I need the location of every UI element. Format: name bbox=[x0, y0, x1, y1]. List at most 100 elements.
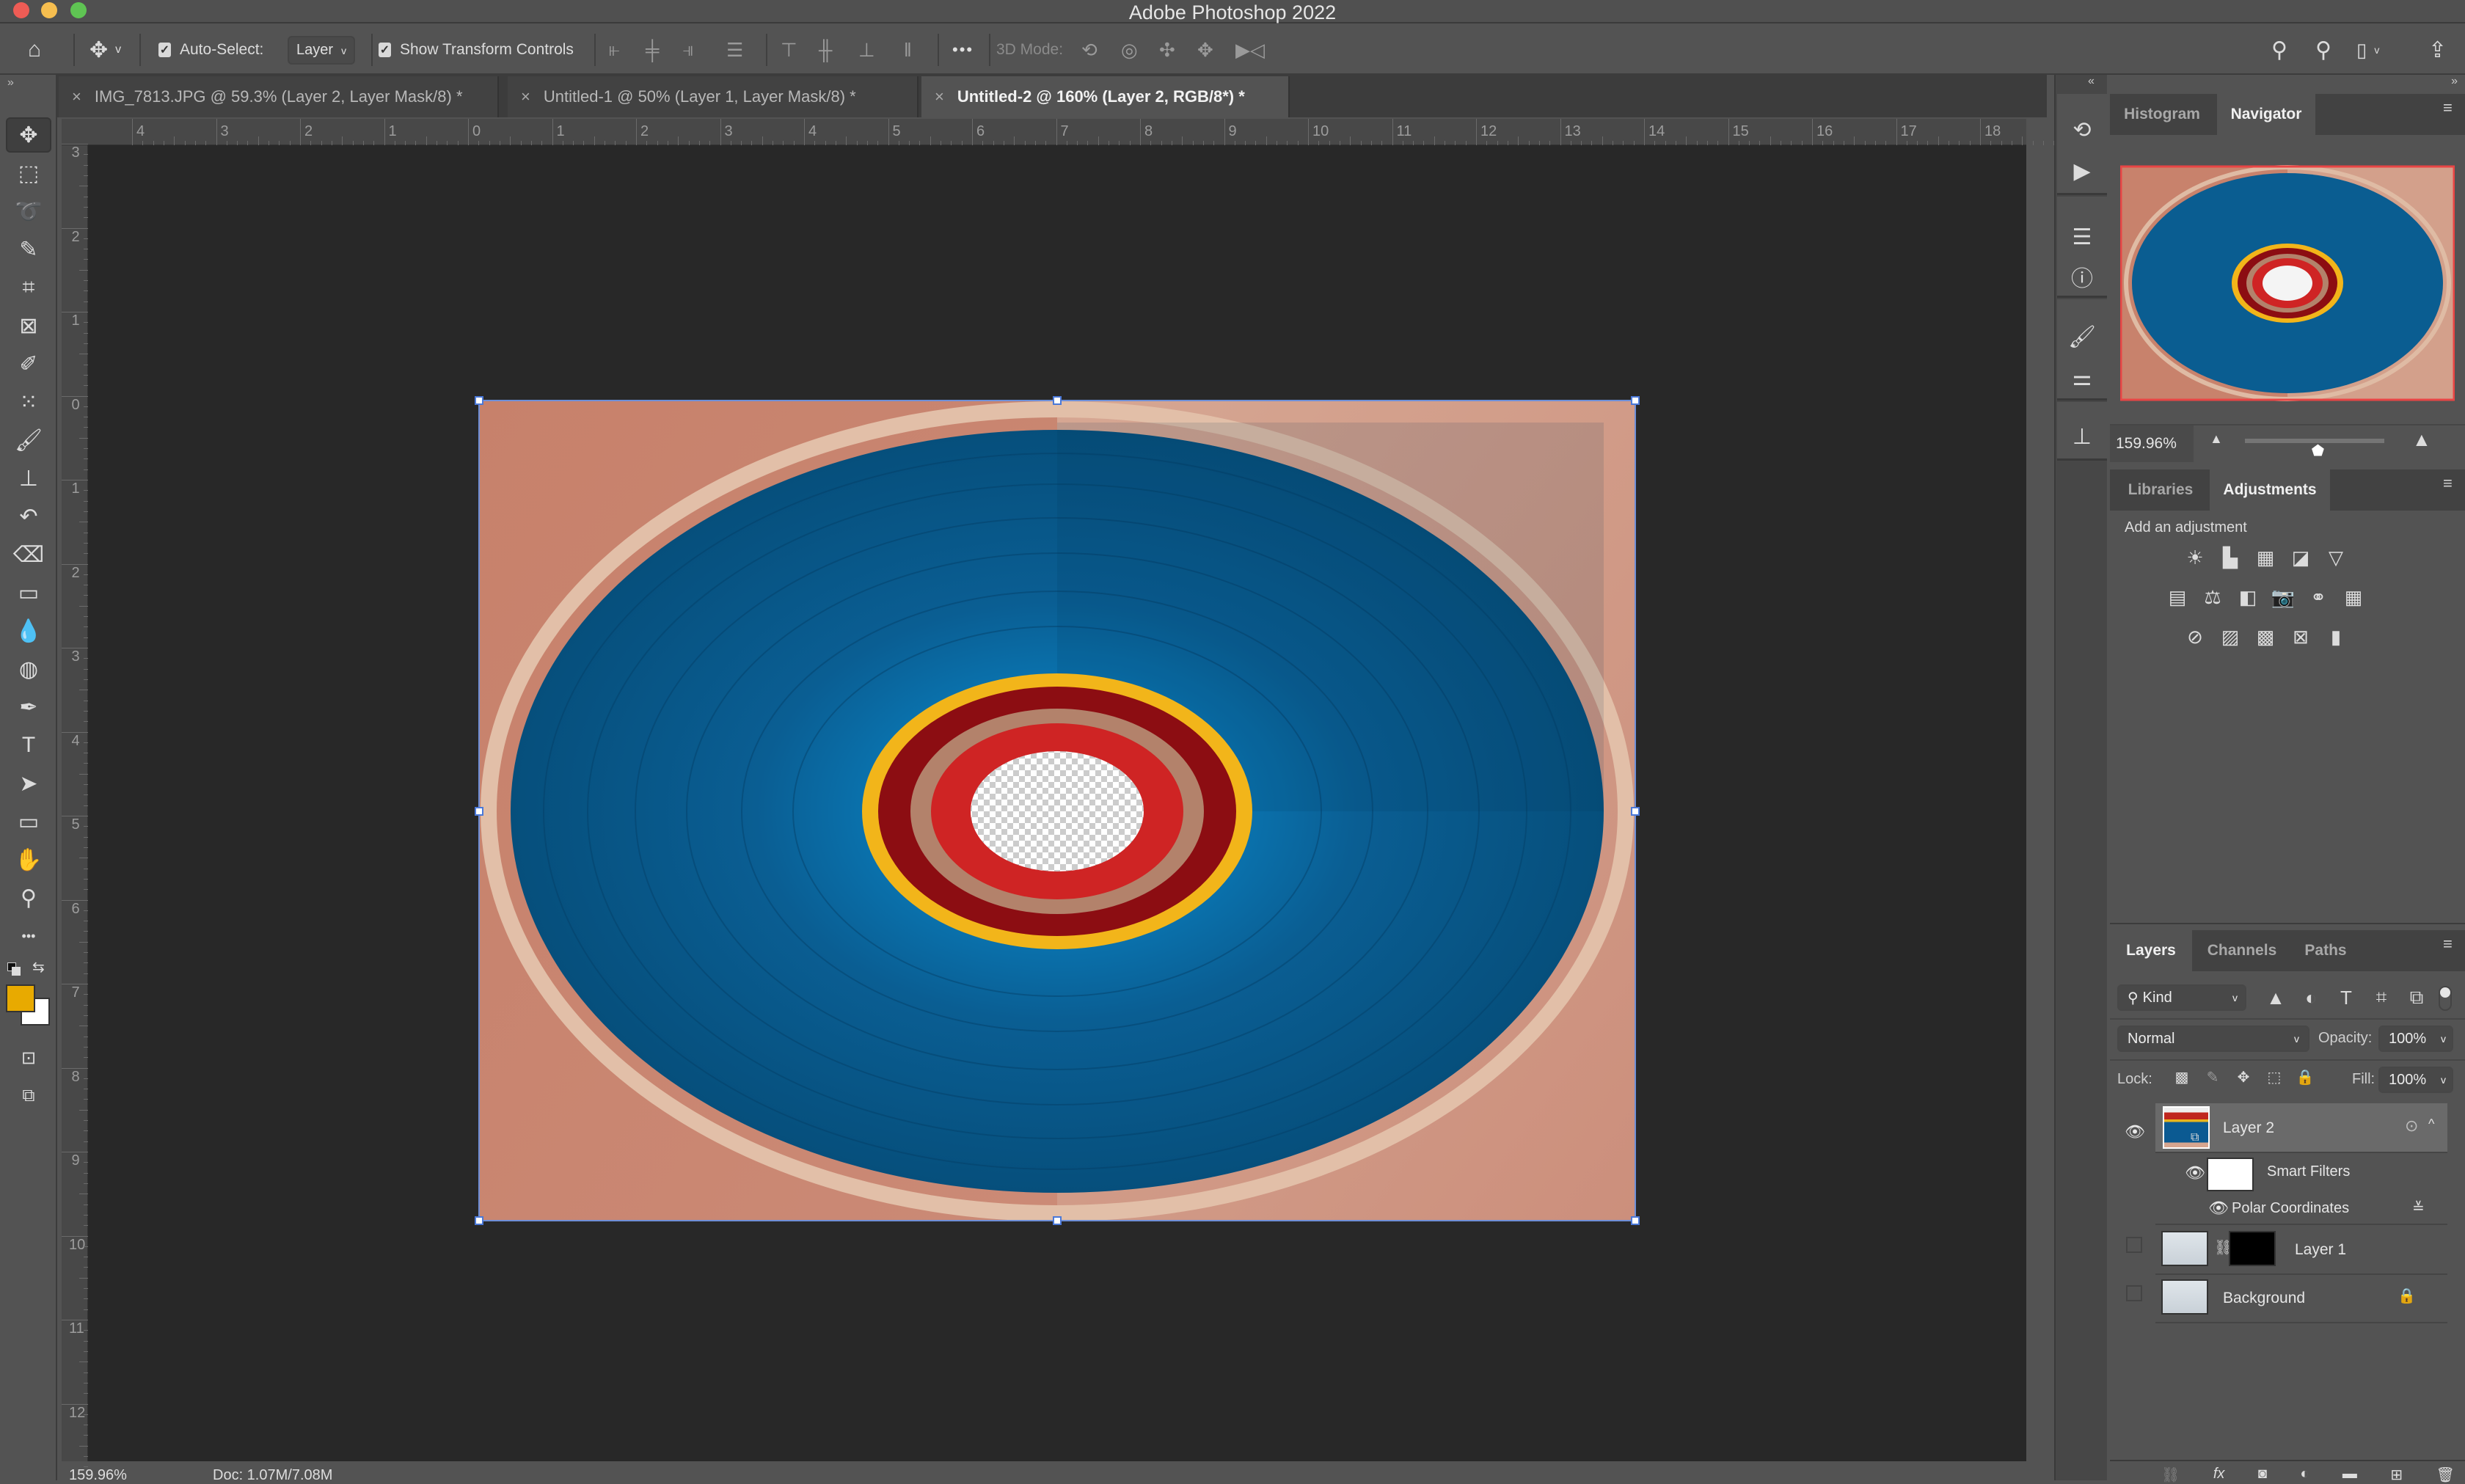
align-horizontal-centers-icon[interactable]: ╪ bbox=[646, 25, 659, 75]
new-group-icon[interactable]: ▬ bbox=[2342, 1466, 2357, 1482]
hue-saturation-icon[interactable]: ▤ bbox=[2166, 586, 2189, 608]
cloud-search-icon[interactable]: ⚲ bbox=[2271, 25, 2287, 75]
3d-orbit-icon[interactable]: ⟲ bbox=[1081, 25, 1098, 75]
lock-artboard-icon[interactable]: ⬚ bbox=[2263, 1067, 2286, 1087]
document-tab-active[interactable]: × Untitled-2 @ 160% (Layer 2, RGB/8*) * bbox=[921, 76, 1290, 117]
threshold-icon[interactable]: ▩ bbox=[2254, 626, 2277, 648]
transform-handle-top-left[interactable] bbox=[475, 396, 483, 405]
blur-tool[interactable]: 💧 bbox=[6, 613, 51, 648]
lock-position-icon[interactable]: ✥ bbox=[2232, 1067, 2255, 1087]
auto-select-target-dropdown[interactable]: Layer v bbox=[288, 25, 356, 75]
healing-brush-tool[interactable]: ⁙ bbox=[6, 384, 51, 420]
transform-handle-bottom-right[interactable] bbox=[1631, 1216, 1640, 1225]
status-zoom[interactable]: 159.96% bbox=[69, 1467, 127, 1484]
vibrance-icon[interactable]: ▽ bbox=[2324, 547, 2348, 569]
color-balance-icon[interactable]: ⚖ bbox=[2201, 586, 2224, 608]
workspace-icon[interactable]: ▯ v bbox=[2356, 25, 2379, 75]
visibility-eye-icon[interactable]: 👁 bbox=[2125, 1122, 2145, 1141]
photo-filter-icon[interactable]: 📷 bbox=[2271, 586, 2295, 608]
align-right-edges-icon[interactable]: ⫣ bbox=[682, 25, 694, 75]
visibility-eye-icon[interactable]: 👁 bbox=[2208, 1199, 2229, 1218]
document-tab[interactable]: × IMG_7813.JPG @ 59.3% (Layer 2, Layer M… bbox=[59, 76, 499, 117]
gradient-tool[interactable]: ▭ bbox=[6, 575, 51, 610]
curves-icon[interactable]: ▦ bbox=[2254, 547, 2277, 569]
screen-mode-icon[interactable]: ⧉ bbox=[6, 1078, 51, 1114]
lock-transparent-pixels-icon[interactable]: ▩ bbox=[2170, 1067, 2194, 1087]
layer-row-smart-filters[interactable]: 👁 Smart Filters bbox=[2155, 1153, 2447, 1191]
align-left-edges-icon[interactable]: ⫦ bbox=[609, 25, 620, 75]
layer-row-polar-coordinates[interactable]: 👁 Polar Coordinates ≚ bbox=[2155, 1191, 2447, 1225]
filter-toggle[interactable] bbox=[2439, 986, 2452, 1011]
align-top-edges-icon[interactable]: ⊤ bbox=[781, 25, 797, 75]
close-tab-icon[interactable]: × bbox=[935, 87, 944, 106]
levels-icon[interactable]: ▙ bbox=[2218, 547, 2242, 569]
history-panel-icon[interactable]: ⟲ bbox=[2057, 112, 2107, 148]
navigator-preview[interactable] bbox=[2119, 163, 2455, 402]
panel-menu-icon[interactable]: ≡ bbox=[2443, 936, 2459, 952]
eraser-tool[interactable]: ⌫ bbox=[6, 537, 51, 572]
posterize-icon[interactable]: ▨ bbox=[2218, 626, 2242, 648]
edit-toolbar[interactable]: ••• bbox=[6, 918, 51, 954]
visibility-toggle-empty[interactable] bbox=[2126, 1285, 2142, 1301]
tab-navigator[interactable]: Navigator bbox=[2217, 94, 2315, 135]
transform-handle-bottom-left[interactable] bbox=[475, 1216, 483, 1225]
more-options-button[interactable]: ••• bbox=[952, 25, 974, 75]
tab-histogram[interactable]: Histogram bbox=[2110, 94, 2214, 135]
transform-handle-left[interactable] bbox=[475, 807, 483, 816]
zoom-tool[interactable]: ⚲ bbox=[6, 880, 51, 915]
tab-paths[interactable]: Paths bbox=[2292, 930, 2359, 971]
auto-select-checkbox[interactable]: ✓ Auto-Select: bbox=[158, 25, 263, 75]
3d-scale-icon[interactable]: ▶◁ bbox=[1235, 25, 1265, 75]
brightness-contrast-icon[interactable]: ☀ bbox=[2183, 547, 2207, 569]
tab-adjustments[interactable]: Adjustments bbox=[2210, 469, 2330, 511]
document-image[interactable] bbox=[88, 145, 2026, 1461]
eyedropper-tool[interactable]: ✐ bbox=[6, 346, 51, 381]
quick-selection-tool[interactable]: ✎ bbox=[6, 232, 51, 267]
clone-stamp-tool[interactable]: ⊥ bbox=[6, 461, 51, 496]
new-adjustment-layer-icon[interactable]: ◐ bbox=[2300, 1466, 2309, 1482]
clone-source-panel-icon[interactable]: ⊥ bbox=[2057, 418, 2107, 455]
distribute-horizontal-icon[interactable]: ‖ bbox=[904, 25, 912, 75]
crop-tool[interactable]: ⌗ bbox=[6, 270, 51, 305]
collapse-filters-icon[interactable]: ^ bbox=[2428, 1116, 2434, 1132]
zoom-in-icon[interactable]: ▲ bbox=[2412, 428, 2431, 451]
3d-pan-icon[interactable]: ✣ bbox=[1159, 25, 1175, 75]
panel-menu-icon[interactable]: ≡ bbox=[2443, 475, 2459, 491]
tab-channels[interactable]: Channels bbox=[2195, 930, 2289, 971]
zoom-out-icon[interactable]: ▲ bbox=[2210, 431, 2223, 447]
tab-layers[interactable]: Layers bbox=[2110, 930, 2192, 971]
foreground-color-swatch[interactable] bbox=[6, 984, 35, 1012]
black-white-icon[interactable]: ◧ bbox=[2236, 586, 2260, 608]
filter-smart-objects-icon[interactable]: ⧉ bbox=[2405, 986, 2428, 1008]
transform-handle-top-right[interactable] bbox=[1631, 396, 1640, 405]
close-tab-icon[interactable]: × bbox=[72, 87, 81, 106]
gradient-map-icon[interactable]: ▮ bbox=[2324, 626, 2348, 648]
fill-field[interactable]: 100% v bbox=[2378, 1067, 2453, 1093]
dodge-tool[interactable]: ◍ bbox=[6, 651, 51, 687]
brush-settings-panel-icon[interactable]: ⚌ bbox=[2057, 359, 2107, 396]
layer-filter-kind-dropdown[interactable]: ⚲ Kind v bbox=[2117, 984, 2246, 1011]
move-tool-preset-icon[interactable]: ✥ v bbox=[90, 25, 121, 75]
layer-row-background[interactable]: Background 🔒 bbox=[2155, 1275, 2447, 1323]
collapse-panels-icon[interactable]: « bbox=[2088, 75, 2095, 88]
lock-image-pixels-icon[interactable]: ✎ bbox=[2201, 1067, 2224, 1087]
pen-tool[interactable]: ✒ bbox=[6, 690, 51, 725]
quick-mask-icon[interactable]: ⊡ bbox=[6, 1040, 51, 1075]
brushes-panel-icon[interactable]: 🖌 bbox=[2057, 318, 2107, 355]
add-mask-icon[interactable]: ◙ bbox=[2258, 1466, 2267, 1482]
filter-type-layers-icon[interactable]: T bbox=[2334, 987, 2358, 1009]
swap-colors-icon[interactable]: ⇆ bbox=[32, 958, 45, 976]
expand-panels-icon[interactable]: » bbox=[2451, 75, 2458, 88]
search-icon[interactable]: ⚲ bbox=[2315, 25, 2331, 75]
default-colors-icon[interactable] bbox=[7, 962, 21, 976]
hand-tool[interactable]: ✋ bbox=[6, 842, 51, 877]
filter-shape-layers-icon[interactable]: ⌗ bbox=[2370, 986, 2393, 1008]
color-lookup-icon[interactable]: ▦ bbox=[2342, 586, 2365, 608]
layer-row-layer-1[interactable]: ⛓ Layer 1 bbox=[2155, 1227, 2447, 1275]
history-brush-tool[interactable]: ↶ bbox=[6, 499, 51, 534]
close-tab-icon[interactable]: × bbox=[521, 87, 530, 106]
blend-mode-dropdown[interactable]: Normal v bbox=[2117, 1026, 2309, 1052]
filter-pixel-layers-icon[interactable]: ▲ bbox=[2264, 987, 2287, 1009]
canvas-area[interactable] bbox=[88, 145, 2026, 1461]
brush-tool[interactable]: 🖌 bbox=[6, 423, 51, 458]
